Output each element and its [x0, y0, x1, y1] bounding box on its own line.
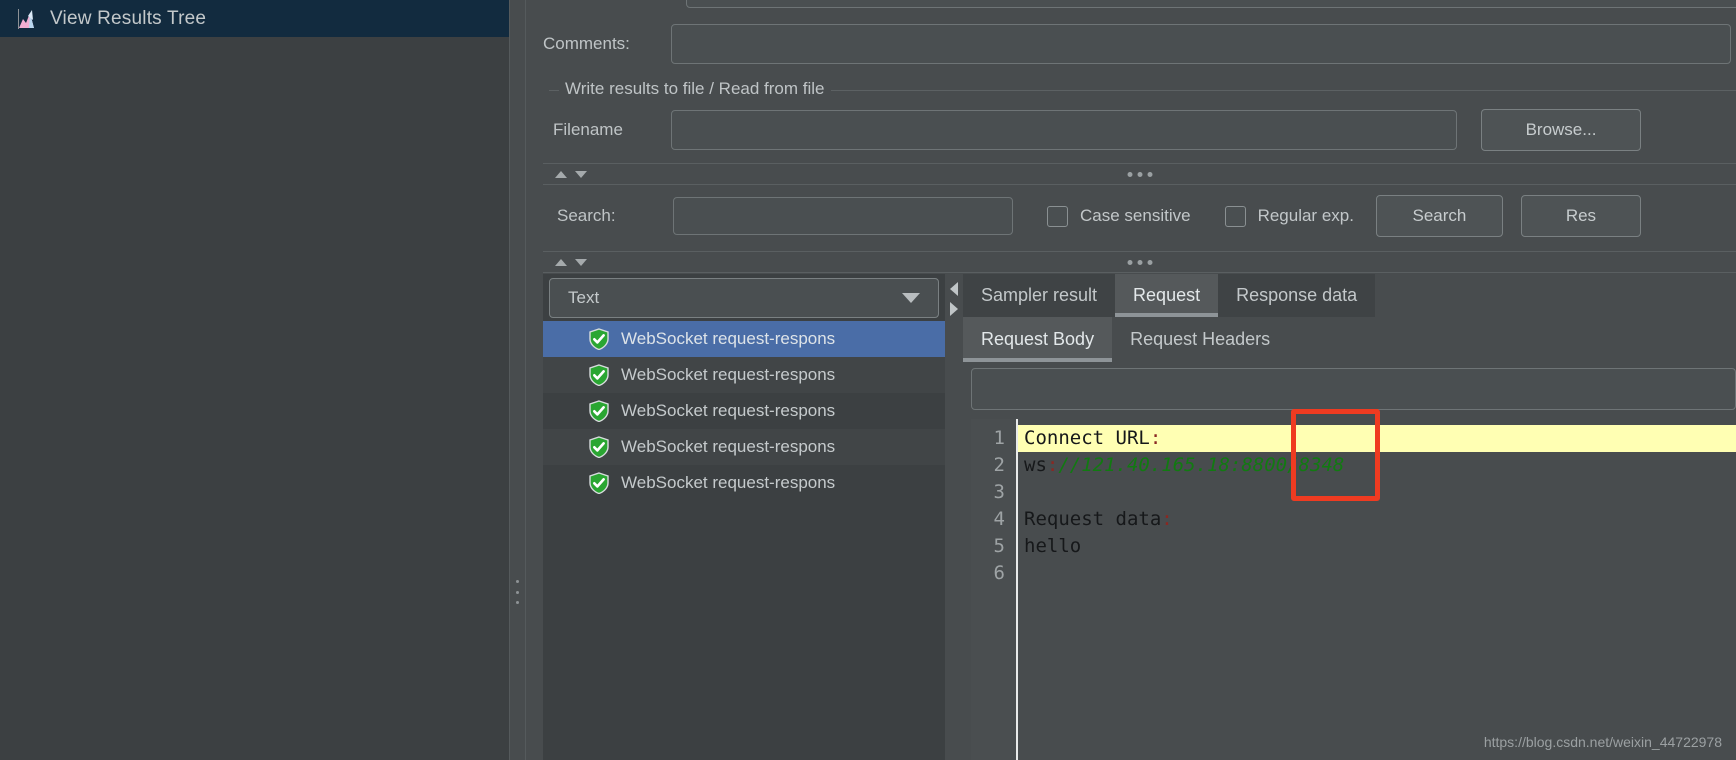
- tree-row[interactable]: WebSocket request-respons: [543, 357, 945, 393]
- vertical-split-handle[interactable]: [509, 0, 526, 760]
- code-text: Request data: [1024, 508, 1162, 530]
- reset-button[interactable]: Res: [1520, 195, 1641, 237]
- line-number: 5: [993, 535, 1005, 557]
- left-pane: View Results Tree: [0, 0, 509, 760]
- code-punct: :: [1161, 508, 1173, 530]
- line-number: 3: [993, 481, 1005, 503]
- tree-row[interactable]: WebSocket request-respons: [543, 321, 945, 357]
- collapse-right-icon[interactable]: [950, 302, 958, 316]
- tree-row-label: WebSocket request-respons: [621, 365, 836, 384]
- window-title-bar: View Results Tree: [0, 0, 509, 37]
- code-punct: :: [1046, 454, 1059, 476]
- left-pane-body: [0, 37, 509, 760]
- code-line[interactable]: [1024, 479, 1736, 506]
- code-line[interactable]: [1024, 560, 1736, 587]
- collapse-up-icon[interactable]: [555, 258, 567, 266]
- sub-tabs[interactable]: Request Body Request Headers: [963, 317, 1289, 362]
- splitter-arrows[interactable]: [555, 258, 587, 266]
- chevron-down-icon[interactable]: [902, 293, 920, 303]
- line-number: 2: [993, 454, 1005, 476]
- code-line[interactable]: Connect URL:: [1018, 425, 1736, 452]
- checkbox-box-icon[interactable]: [1047, 205, 1068, 227]
- code-line[interactable]: Request data:: [1024, 506, 1736, 533]
- search-row: Search: Case sensitive Regular exp. Sear…: [543, 192, 1736, 240]
- tree-row[interactable]: WebSocket request-respons: [543, 465, 945, 501]
- collapse-up-icon[interactable]: [555, 170, 567, 178]
- checkbox-box-icon[interactable]: [1224, 205, 1246, 227]
- tab-request-headers[interactable]: Request Headers: [1112, 317, 1289, 362]
- collapse-down-icon[interactable]: [575, 258, 587, 266]
- tree-row-label: WebSocket request-respons: [621, 329, 836, 348]
- tab-request-body[interactable]: Request Body: [963, 317, 1113, 362]
- code-text: Connect URL: [1024, 427, 1150, 449]
- line-number: 4: [993, 508, 1005, 530]
- collapse-down-icon[interactable]: [575, 170, 587, 178]
- filename-input[interactable]: [671, 110, 1457, 150]
- split-grip-dots: [516, 580, 520, 604]
- comments-input[interactable]: [671, 24, 1731, 64]
- code-punct: :: [1149, 427, 1162, 449]
- regular-exp-checkbox[interactable]: Regular exp.: [1224, 205, 1354, 227]
- tree-row[interactable]: WebSocket request-respons: [543, 429, 945, 465]
- editor-line-gutter: 1 2 3 4 5 6: [971, 419, 1018, 760]
- splitter-arrows[interactable]: [555, 170, 587, 178]
- tree-row-label: WebSocket request-respons: [621, 437, 836, 456]
- write-results-group: Write results to file / Read from file F…: [543, 78, 1736, 158]
- tab-request[interactable]: Request: [1115, 274, 1219, 317]
- watermark-text: https://blog.csdn.net/weixin_44722978: [1483, 734, 1722, 750]
- filename-row: Filename Browse...: [543, 108, 1736, 152]
- chart-icon: [16, 8, 38, 30]
- splitter-grip-dots: [1127, 259, 1152, 265]
- success-shield-icon: [588, 364, 610, 387]
- comments-row: Comments:: [527, 22, 1736, 66]
- tree-row-label: WebSocket request-respons: [621, 473, 836, 492]
- tab-response-data[interactable]: Response data: [1218, 274, 1376, 317]
- splitter-above-results[interactable]: [543, 251, 1736, 273]
- comments-label: Comments:: [543, 34, 630, 53]
- filename-label: Filename: [553, 120, 623, 139]
- success-shield-icon: [588, 328, 610, 351]
- code-text: ws: [1024, 454, 1047, 476]
- success-shield-icon: [588, 400, 610, 423]
- case-sensitive-checkbox[interactable]: Case sensitive: [1047, 205, 1191, 227]
- code-line[interactable]: ws://121.40.165.18:8800/8348: [1024, 452, 1736, 479]
- results-tree-list[interactable]: WebSocket request-respons WebSocket requ…: [543, 321, 945, 760]
- tree-row-label: WebSocket request-respons: [621, 401, 836, 420]
- code-text: hello: [1024, 535, 1082, 557]
- renderer-select-value: Text: [568, 288, 600, 307]
- tab-sampler-result[interactable]: Sampler result: [963, 274, 1116, 317]
- line-number: 6: [993, 562, 1005, 584]
- window-title: View Results Tree: [50, 7, 207, 29]
- write-results-group-label: Write results to file / Read from file: [559, 79, 831, 99]
- results-tree-pane: Text WebSocket request-respons WebSocket…: [543, 274, 945, 760]
- search-button[interactable]: Search: [1375, 195, 1503, 237]
- request-body-editor[interactable]: 123456 Connect URL: ws://121.40.165.18:88…: [971, 419, 1736, 760]
- results-area: Text WebSocket request-respons WebSocket…: [543, 274, 1736, 760]
- code-url: //121.40.165.18:8800/8348: [1058, 454, 1345, 476]
- renderer-select[interactable]: Text: [549, 278, 939, 318]
- search-label: Search:: [557, 206, 616, 225]
- horizontal-split-handle[interactable]: [945, 274, 963, 760]
- case-sensitive-label: Case sensitive: [1080, 206, 1191, 225]
- splitter-grip-dots: [1127, 171, 1152, 177]
- collapse-left-icon[interactable]: [950, 282, 958, 296]
- main-tabs[interactable]: Sampler result Request Response data: [963, 274, 1376, 317]
- regular-exp-label: Regular exp.: [1257, 206, 1354, 225]
- main-panel: Comments: Write results to file / Read f…: [527, 0, 1736, 760]
- tree-row[interactable]: WebSocket request-respons: [543, 393, 945, 429]
- success-shield-icon: [588, 472, 610, 495]
- splitter-above-search[interactable]: [543, 163, 1736, 185]
- editor-find-input[interactable]: [971, 368, 1736, 410]
- name-field-cutoff[interactable]: [686, 0, 1736, 8]
- line-number: 1: [993, 427, 1005, 449]
- code-line[interactable]: hello: [1024, 533, 1736, 560]
- detail-tabs-pane: Sampler result Request Response data Reque…: [963, 274, 1736, 760]
- search-input[interactable]: [673, 197, 1013, 235]
- editor-code-content[interactable]: Connect URL: ws://121.40.165.18:8800/8348…: [1018, 419, 1736, 760]
- browse-button[interactable]: Browse...: [1481, 109, 1641, 151]
- success-shield-icon: [588, 436, 610, 459]
